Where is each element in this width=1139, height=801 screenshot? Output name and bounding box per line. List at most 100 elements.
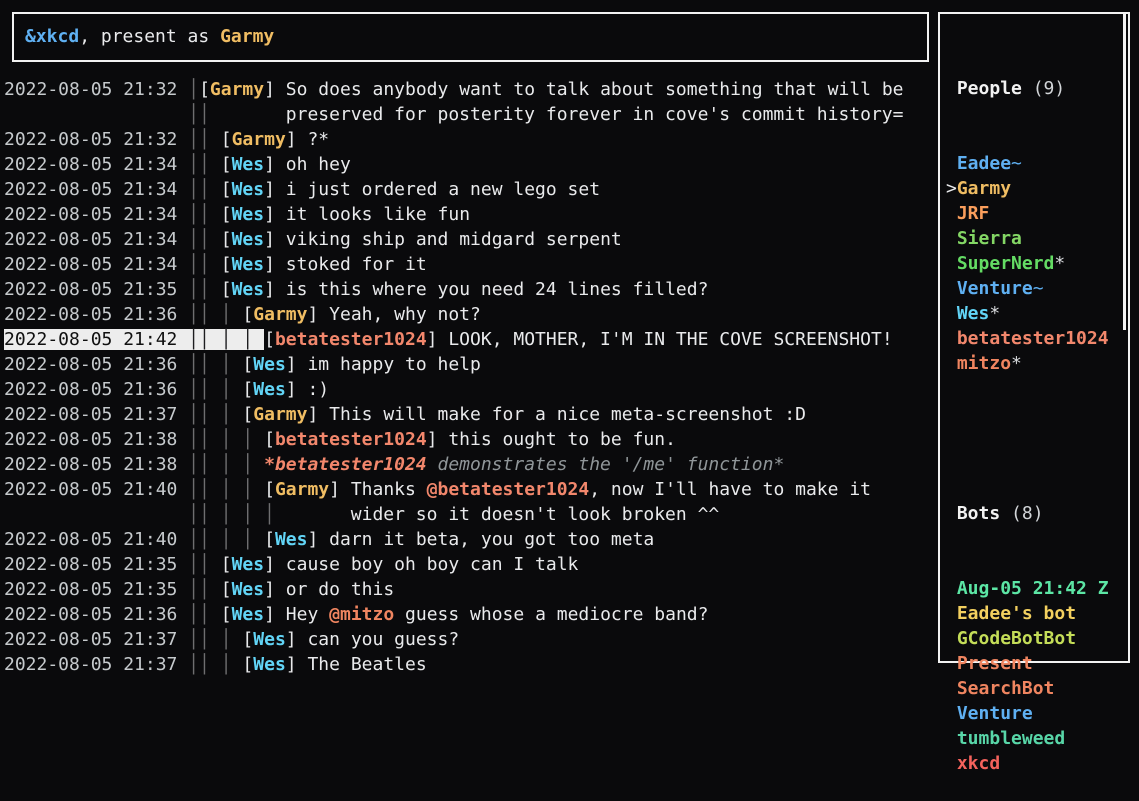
chat-message-row[interactable]: 2022-08-05 21:34 ││ [Wes] viking ship an… bbox=[4, 227, 934, 252]
message-text: guess whose a mediocre band? bbox=[394, 604, 708, 625]
message-content: [Wes] The Beatles bbox=[242, 654, 426, 675]
message-text: Thanks bbox=[351, 479, 427, 500]
message-text: oh hey bbox=[286, 154, 351, 175]
chat-message-row[interactable]: 2022-08-05 21:36 ││ │ [Garmy] Yeah, why … bbox=[4, 302, 934, 327]
message-text: :) bbox=[307, 379, 329, 400]
message-content: [Wes] i just ordered a new lego set bbox=[221, 179, 600, 200]
bot-list-item[interactable]: tumbleweed bbox=[940, 726, 1128, 751]
user-list-item[interactable]: betatester1024 bbox=[940, 326, 1128, 351]
timestamp: 2022-08-05 21:32 bbox=[4, 79, 177, 100]
bot-list-item[interactable]: Eadee's bot bbox=[940, 601, 1128, 626]
chat-message-row[interactable]: 2022-08-05 21:37 ││ │ [Garmy] This will … bbox=[4, 402, 934, 427]
message-nick: Wes bbox=[232, 579, 265, 600]
chat-message-continuation: ││ │ │ │ wider so it doesn't look broken… bbox=[4, 502, 934, 527]
chat-message-row[interactable]: 2022-08-05 21:38 ││ │ │ [betatester1024]… bbox=[4, 427, 934, 452]
timestamp: 2022-08-05 21:36 bbox=[4, 304, 177, 325]
chat-message-row[interactable]: 2022-08-05 21:40 ││ │ │ [Garmy] Thanks @… bbox=[4, 477, 934, 502]
message-gutter: 2022-08-05 21:35 ││ bbox=[4, 279, 221, 300]
chat-message-row[interactable]: 2022-08-05 21:35 ││ [Wes] cause boy oh b… bbox=[4, 552, 934, 577]
room-title-bar: &xkcd, present as Garmy bbox=[12, 12, 929, 62]
chat-message-row[interactable]: 2022-08-05 21:36 ││ │ [Wes] :) bbox=[4, 377, 934, 402]
timestamp: 2022-08-05 21:36 bbox=[4, 379, 177, 400]
message-content: [Wes] :) bbox=[242, 379, 329, 400]
message-gutter: 2022-08-05 21:36 ││ │ bbox=[4, 304, 242, 325]
user-list-item[interactable]: Venture~ bbox=[940, 276, 1128, 301]
chat-message-row[interactable]: 2022-08-05 21:37 ││ │ [Wes] The Beatles bbox=[4, 652, 934, 677]
message-nick: betatester1024 bbox=[275, 329, 427, 350]
bot-list-item[interactable]: Present bbox=[940, 651, 1128, 676]
chat-message-row[interactable]: 2022-08-05 21:34 ││ [Wes] stoked for it bbox=[4, 252, 934, 277]
bot-list-item[interactable]: xkcd bbox=[940, 751, 1128, 776]
message-nick: Garmy bbox=[232, 129, 286, 150]
message-content: [betatester1024] this ought to be fun. bbox=[264, 429, 676, 450]
bot-list-item[interactable]: Venture bbox=[940, 701, 1128, 726]
message-nick: Garmy bbox=[210, 79, 264, 100]
message-content: preserved for posterity forever in cove'… bbox=[286, 104, 904, 125]
chat-message-row[interactable]: 2022-08-05 21:40 ││ │ │ [Wes] darn it be… bbox=[4, 527, 934, 552]
people-count: (9) bbox=[1033, 78, 1066, 99]
chat-message-row[interactable]: 2022-08-05 21:32 │[Garmy] So does anybod… bbox=[4, 77, 934, 102]
message-text: The Beatles bbox=[307, 654, 426, 675]
message-text: This will make for a nice meta-screensho… bbox=[329, 404, 806, 425]
timestamp: 2022-08-05 21:34 bbox=[4, 229, 177, 250]
message-content: [Garmy] ?* bbox=[221, 129, 329, 150]
message-text: can you guess? bbox=[307, 629, 459, 650]
message-text: , now I'll have to make it bbox=[589, 479, 871, 500]
chat-message-row[interactable]: 2022-08-05 21:34 ││ [Wes] it looks like … bbox=[4, 202, 934, 227]
message-text: cause boy oh boy can I talk bbox=[286, 554, 579, 575]
user-list-item[interactable]: Wes* bbox=[940, 301, 1128, 326]
chat-message-row-selected[interactable]: 2022-08-05 21:42 ││ │ │ [betatester1024]… bbox=[4, 327, 934, 352]
message-text: this ought to be fun. bbox=[448, 429, 676, 450]
user-list-item[interactable]: mitzo* bbox=[940, 351, 1128, 376]
presence-suffix: * bbox=[1054, 253, 1065, 274]
message-gutter: 2022-08-05 21:36 ││ bbox=[4, 604, 221, 625]
user-list-item[interactable]: Sierra bbox=[940, 226, 1128, 251]
message-text: Hey bbox=[286, 604, 329, 625]
user-name: Garmy bbox=[957, 178, 1011, 199]
user-name: Venture bbox=[957, 278, 1033, 299]
chat-message-row[interactable]: 2022-08-05 21:34 ││ [Wes] oh hey bbox=[4, 152, 934, 177]
timestamp: 2022-08-05 21:42 bbox=[4, 329, 177, 350]
message-text: ?* bbox=[307, 129, 329, 150]
message-content: [Wes] viking ship and midgard serpent bbox=[221, 229, 622, 250]
message-nick: Wes bbox=[232, 154, 265, 175]
message-nick: Wes bbox=[253, 629, 286, 650]
sidebar-scrollbar-thumb[interactable] bbox=[1123, 13, 1126, 330]
message-content: [Wes] stoked for it bbox=[221, 254, 427, 275]
user-list-item[interactable]: >Garmy bbox=[940, 176, 1128, 201]
cursor-spacer bbox=[946, 228, 957, 249]
message-gutter: 2022-08-05 21:34 ││ bbox=[4, 254, 221, 275]
message-text: wider so it doesn't look broken ^^ bbox=[351, 504, 719, 525]
tree-indent-guides: ││ │ │ bbox=[177, 329, 264, 350]
message-gutter: 2022-08-05 21:32 ││ bbox=[4, 129, 221, 150]
message-nick: Wes bbox=[232, 279, 265, 300]
presence-suffix: ~ bbox=[1011, 153, 1022, 174]
cursor-spacer bbox=[946, 328, 957, 349]
timestamp: 2022-08-05 21:36 bbox=[4, 604, 177, 625]
message-gutter: ││ │ │ │ bbox=[4, 504, 351, 525]
user-list-item[interactable]: Eadee~ bbox=[940, 151, 1128, 176]
tree-indent-guides: ││ │ │ bbox=[177, 529, 264, 550]
tree-indent-guides: ││ bbox=[177, 204, 220, 225]
chat-message-row[interactable]: 2022-08-05 21:36 ││ [Wes] Hey @mitzo gue… bbox=[4, 602, 934, 627]
chat-message-row[interactable]: 2022-08-05 21:32 ││ [Garmy] ?* bbox=[4, 127, 934, 152]
chat-message-row[interactable]: 2022-08-05 21:37 ││ │ [Wes] can you gues… bbox=[4, 627, 934, 652]
bot-list-item[interactable]: SearchBot bbox=[940, 676, 1128, 701]
message-nick: Wes bbox=[253, 379, 286, 400]
presence-suffix: * bbox=[989, 303, 1000, 324]
chat-message-row[interactable]: 2022-08-05 21:34 ││ [Wes] i just ordered… bbox=[4, 177, 934, 202]
message-content: [Wes] cause boy oh boy can I talk bbox=[221, 554, 579, 575]
bots-count: (8) bbox=[1011, 503, 1044, 524]
bot-list-item[interactable]: GCodeBotBot bbox=[940, 626, 1128, 651]
chat-message-row[interactable]: 2022-08-05 21:38 ││ │ │ *betatester1024 … bbox=[4, 452, 934, 477]
cursor-spacer bbox=[946, 153, 957, 174]
chat-message-row[interactable]: 2022-08-05 21:36 ││ │ [Wes] im happy to … bbox=[4, 352, 934, 377]
message-text: So does anybody want to talk about somet… bbox=[286, 79, 904, 100]
user-list-item[interactable]: SuperNerd* bbox=[940, 251, 1128, 276]
chat-message-row[interactable]: 2022-08-05 21:35 ││ [Wes] is this where … bbox=[4, 277, 934, 302]
current-user-nick: Garmy bbox=[220, 26, 274, 47]
bot-list-item[interactable]: Aug-05 21:42 Z bbox=[940, 576, 1128, 601]
user-list-item[interactable]: JRF bbox=[940, 201, 1128, 226]
bot-name: Aug-05 21:42 Z bbox=[957, 578, 1109, 599]
chat-message-row[interactable]: 2022-08-05 21:35 ││ [Wes] or do this bbox=[4, 577, 934, 602]
